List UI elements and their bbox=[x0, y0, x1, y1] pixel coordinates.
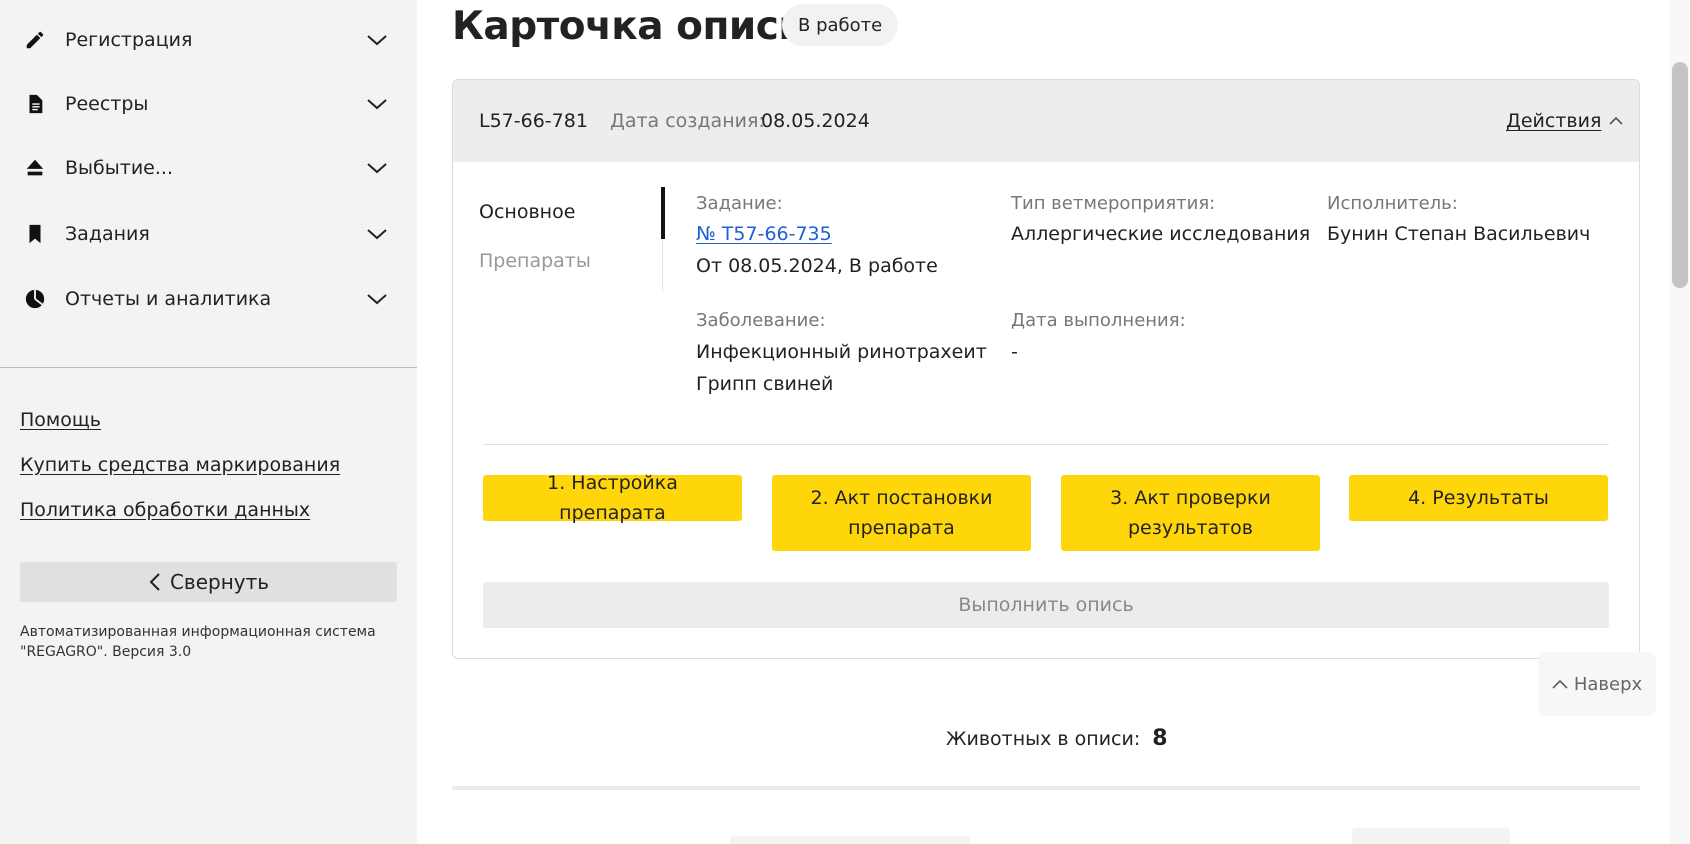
event-type-value: Аллергические исследования bbox=[1011, 223, 1311, 245]
actions-label: Действия bbox=[1506, 110, 1602, 132]
animals-label: Животных в описи: bbox=[946, 728, 1141, 750]
chevron-down-icon bbox=[367, 163, 387, 174]
chevron-down-icon bbox=[367, 294, 387, 305]
sidebar: Регистрация Реестры Выбытие... Задания О… bbox=[0, 0, 417, 844]
step-4-results-button[interactable]: 4. Результаты bbox=[1349, 475, 1608, 521]
inventory-card: L57-66-781 Дата создания: 08.05.2024 Дей… bbox=[452, 79, 1640, 659]
nav-item-label: Задания bbox=[65, 223, 150, 245]
collapse-label: Свернуть bbox=[169, 570, 270, 594]
nav-item-registries[interactable]: Реестры bbox=[0, 74, 417, 134]
scrollbar-thumb[interactable] bbox=[1672, 62, 1688, 288]
event-type-label: Тип ветмероприятия: bbox=[1011, 193, 1216, 214]
inventory-id: L57-66-781 bbox=[479, 110, 588, 132]
created-date: 08.05.2024 bbox=[761, 110, 870, 132]
nav-item-label: Выбытие... bbox=[65, 157, 173, 179]
chevron-up-icon bbox=[1609, 116, 1623, 125]
actions-dropdown[interactable]: Действия bbox=[1506, 110, 1623, 132]
step-label: 3. Акт проверки bbox=[1110, 487, 1271, 509]
help-link[interactable]: Помощь bbox=[20, 409, 101, 431]
back-to-top-button[interactable]: Наверх bbox=[1538, 652, 1656, 716]
completion-date-value: - bbox=[1011, 341, 1018, 363]
sidebar-divider bbox=[0, 367, 417, 368]
chevron-up-icon bbox=[1552, 679, 1568, 689]
active-tab-indicator bbox=[661, 187, 665, 239]
disease-label: Заболевание: bbox=[696, 310, 826, 331]
chevron-down-icon bbox=[367, 35, 387, 46]
privacy-policy-link[interactable]: Политика обработки данных bbox=[20, 499, 310, 521]
back-to-top-label: Наверх bbox=[1573, 673, 1643, 695]
system-info: Автоматизированная информационная систем… bbox=[20, 624, 376, 660]
animals-count-value: 8 bbox=[1152, 726, 1168, 751]
executor-label: Исполнитель: bbox=[1327, 193, 1458, 214]
nav-item-registration[interactable]: Регистрация bbox=[0, 10, 417, 70]
page-title: Карточка описи bbox=[452, 4, 806, 49]
card-header: L57-66-781 Дата создания: 08.05.2024 Дей… bbox=[453, 80, 1639, 162]
tab-main[interactable]: Основное bbox=[479, 201, 575, 223]
pencil-icon bbox=[24, 29, 46, 51]
tab-separator bbox=[662, 239, 663, 291]
nav-item-disposal[interactable]: Выбытие... bbox=[0, 138, 417, 198]
nav-item-label: Реестры bbox=[65, 93, 149, 115]
nav-item-reports[interactable]: Отчеты и аналитика bbox=[0, 269, 417, 329]
section-divider bbox=[452, 786, 1640, 790]
buy-marking-link[interactable]: Купить средства маркирования bbox=[20, 454, 340, 476]
nav-item-label: Регистрация bbox=[65, 29, 193, 51]
animals-count: Животных в описи: 8 bbox=[946, 726, 1168, 751]
completion-date-label: Дата выполнения: bbox=[1011, 310, 1186, 331]
chevron-down-icon bbox=[367, 99, 387, 110]
execute-inventory-button[interactable]: Выполнить опись bbox=[483, 582, 1609, 628]
created-label: Дата создания: bbox=[610, 110, 765, 132]
step-label: препарата bbox=[848, 517, 955, 539]
pie-chart-icon bbox=[24, 288, 46, 310]
task-label: Задание: bbox=[696, 193, 783, 214]
step-label: результатов bbox=[1127, 517, 1254, 539]
disease-value: Грипп свиней bbox=[696, 373, 834, 395]
executor-value: Бунин Степан Васильевич bbox=[1327, 223, 1591, 245]
upload-icon bbox=[24, 157, 46, 179]
nav-item-tasks[interactable]: Задания bbox=[0, 204, 417, 264]
step-label: 4. Результаты bbox=[1408, 487, 1549, 509]
status-badge: В работе bbox=[782, 4, 899, 46]
partial-element bbox=[730, 836, 970, 844]
step-2-setup-act-button[interactable]: 2. Акт постановки препарата bbox=[772, 475, 1031, 551]
disease-value: Инфекционный ринотрахеит bbox=[696, 341, 987, 363]
chevron-left-icon bbox=[149, 573, 160, 591]
task-link[interactable]: № T57-66-735 bbox=[696, 218, 832, 250]
collapse-sidebar-button[interactable]: Свернуть bbox=[20, 562, 397, 602]
step-1-setup-button[interactable]: 1. Настройка препарата bbox=[483, 472, 742, 524]
nav-item-label: Отчеты и аналитика bbox=[65, 288, 272, 310]
tab-preparations[interactable]: Препараты bbox=[479, 250, 591, 272]
card-divider bbox=[483, 444, 1609, 445]
bookmark-icon bbox=[24, 223, 46, 245]
step-label: 1. Настройка препарата bbox=[547, 472, 678, 524]
step-3-check-act-button[interactable]: 3. Акт проверки результатов bbox=[1061, 475, 1320, 551]
task-details: От 08.05.2024, В работе bbox=[696, 255, 938, 277]
step-label: 2. Акт постановки bbox=[810, 487, 993, 509]
chevron-down-icon bbox=[367, 229, 387, 240]
partial-button bbox=[1352, 828, 1510, 844]
document-icon bbox=[24, 93, 46, 115]
